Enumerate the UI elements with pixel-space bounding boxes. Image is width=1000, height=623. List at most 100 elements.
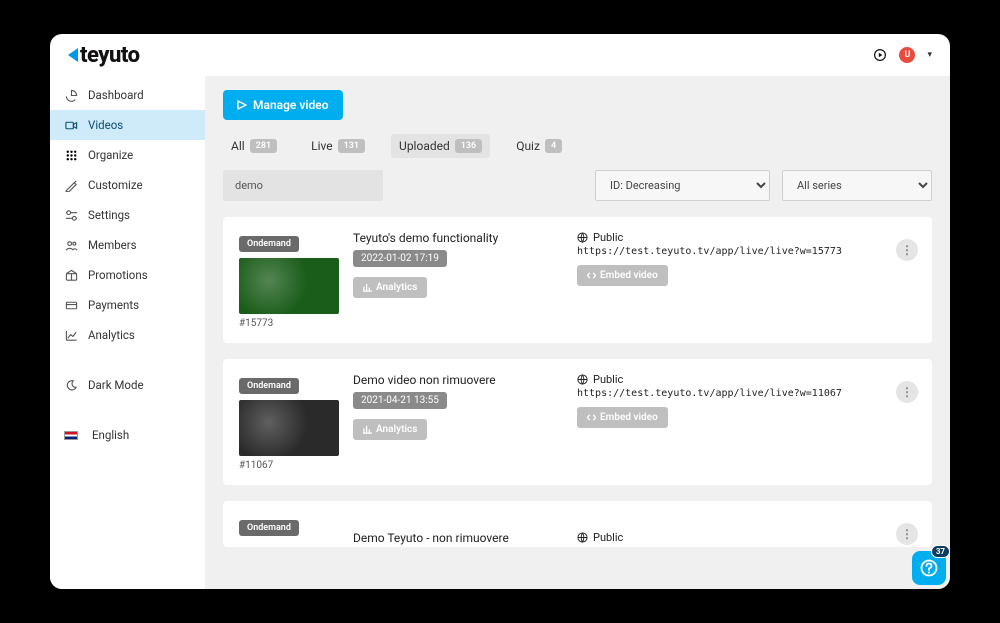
sidebar-item-settings[interactable]: Settings: [50, 200, 205, 230]
analytics-icon: [64, 328, 78, 342]
video-thumbnail[interactable]: [239, 258, 339, 314]
play-icon[interactable]: [873, 48, 887, 62]
video-thumbnail[interactable]: [239, 400, 339, 456]
sidebar-item-label: Payments: [88, 298, 139, 312]
code-icon: [587, 271, 596, 280]
topbar-right: U ▾: [873, 47, 932, 63]
card-thumbnail-col: Ondemand #15773: [239, 231, 339, 329]
sidebar-item-label: Dashboard: [88, 88, 144, 102]
sidebar-item-dashboard[interactable]: Dashboard: [50, 80, 205, 110]
manage-video-label: Manage video: [253, 98, 329, 112]
app-frame: teyuto U ▾ Dashboard Videos Organize: [50, 34, 950, 589]
promotions-icon: [64, 268, 78, 282]
customize-icon: [64, 178, 78, 192]
play-icon: [237, 100, 247, 110]
sidebar-item-organize[interactable]: Organize: [50, 140, 205, 170]
embed-label: Embed video: [600, 412, 658, 423]
tab-label: Live: [311, 139, 332, 153]
logo-caret-icon: [68, 48, 78, 62]
tab-quiz[interactable]: Quiz 4: [508, 134, 570, 158]
chart-icon: [363, 425, 372, 434]
video-icon: [64, 118, 78, 132]
video-url: https://test.teyuto.tv/app/live/live?w=1…: [577, 388, 916, 399]
video-card: Ondemand #11067 Demo video non rimuovere…: [223, 359, 932, 485]
series-select[interactable]: All series: [782, 170, 932, 201]
more-menu-button[interactable]: ⋮: [896, 523, 918, 545]
search-input[interactable]: [223, 170, 383, 201]
sidebar-item-analytics[interactable]: Analytics: [50, 320, 205, 350]
sidebar-item-label: Analytics: [88, 328, 135, 342]
card-info-col: Teyuto's demo functionality 2022-01-02 1…: [353, 231, 563, 329]
globe-icon: [577, 374, 588, 385]
embed-button[interactable]: Embed video: [577, 265, 668, 286]
analytics-button[interactable]: Analytics: [353, 419, 427, 440]
tab-all[interactable]: All 281: [223, 134, 285, 158]
sidebar-item-label: Videos: [88, 118, 123, 132]
sidebar: Dashboard Videos Organize Customize Sett…: [50, 76, 205, 589]
sidebar-item-videos[interactable]: Videos: [50, 110, 205, 140]
card-url-col: Public https://test.teyuto.tv/app/live/l…: [577, 373, 916, 471]
globe-icon: [577, 232, 588, 243]
sidebar-item-label: Members: [88, 238, 137, 252]
dashboard-icon: [64, 88, 78, 102]
sidebar-item-customize[interactable]: Customize: [50, 170, 205, 200]
more-menu-button[interactable]: ⋮: [896, 381, 918, 403]
video-title: Demo Teyuto - non rimuovere: [353, 531, 563, 545]
sidebar-item-label: Dark Mode: [88, 378, 144, 392]
analytics-label: Analytics: [376, 424, 417, 435]
ondemand-tag: Ondemand: [239, 520, 299, 536]
tab-uploaded[interactable]: Uploaded 136: [391, 134, 490, 158]
chevron-down-icon[interactable]: ▾: [927, 50, 932, 60]
sidebar-item-promotions[interactable]: Promotions: [50, 260, 205, 290]
video-id: #11067: [239, 460, 339, 471]
tab-label: Uploaded: [399, 139, 450, 153]
visibility-row: Public: [577, 231, 916, 244]
tab-count: 136: [455, 139, 482, 153]
embed-label: Embed video: [600, 270, 658, 281]
brand-logo[interactable]: teyuto: [68, 43, 140, 68]
manage-video-button[interactable]: Manage video: [223, 90, 343, 120]
sidebar-item-payments[interactable]: Payments: [50, 290, 205, 320]
card-url-col: Public https://test.teyuto.tv/app/live/l…: [577, 231, 916, 329]
analytics-button[interactable]: Analytics: [353, 277, 427, 298]
help-count-badge: 37: [931, 545, 950, 558]
video-date: 2021-04-21 13:55: [353, 392, 447, 409]
more-menu-button[interactable]: ⋮: [896, 239, 918, 261]
analytics-label: Analytics: [376, 282, 417, 293]
flag-icon: [64, 431, 78, 440]
help-button[interactable]: 37: [912, 551, 946, 585]
video-title: Demo video non rimuovere: [353, 373, 563, 387]
video-card: Ondemand Demo Teyuto - non rimuovere Pub…: [223, 501, 932, 547]
sidebar-item-language[interactable]: English: [50, 420, 205, 450]
payments-icon: [64, 298, 78, 312]
video-card: Ondemand #15773 Teyuto's demo functional…: [223, 217, 932, 343]
brand-name: teyuto: [80, 43, 140, 68]
tab-live[interactable]: Live 131: [303, 134, 373, 158]
help-icon: [920, 559, 938, 577]
tab-count: 281: [250, 139, 277, 153]
visibility-label: Public: [593, 231, 623, 244]
topbar: teyuto U ▾: [50, 34, 950, 76]
moon-icon: [64, 378, 78, 392]
visibility-row: Public: [577, 373, 916, 386]
tab-count: 4: [545, 139, 562, 153]
sidebar-item-darkmode[interactable]: Dark Mode: [50, 370, 205, 400]
user-avatar[interactable]: U: [899, 47, 915, 63]
organize-icon: [64, 148, 78, 162]
sidebar-item-members[interactable]: Members: [50, 230, 205, 260]
video-date: 2022-01-02 17:19: [353, 250, 447, 267]
visibility-row: Public: [577, 531, 916, 544]
visibility-label: Public: [593, 373, 623, 386]
card-info-col: Demo video non rimuovere 2021-04-21 13:5…: [353, 373, 563, 471]
tab-count: 131: [338, 139, 365, 153]
sidebar-item-label: Settings: [88, 208, 130, 222]
chart-icon: [363, 283, 372, 292]
ondemand-tag: Ondemand: [239, 378, 299, 394]
card-url-col: Public: [577, 515, 916, 545]
video-title: Teyuto's demo functionality: [353, 231, 563, 245]
embed-button[interactable]: Embed video: [577, 407, 668, 428]
sidebar-item-label: Promotions: [88, 268, 148, 282]
card-thumbnail-col: Ondemand #11067: [239, 373, 339, 471]
sort-select[interactable]: ID: Decreasing: [595, 170, 770, 201]
sidebar-item-label: English: [92, 428, 129, 442]
